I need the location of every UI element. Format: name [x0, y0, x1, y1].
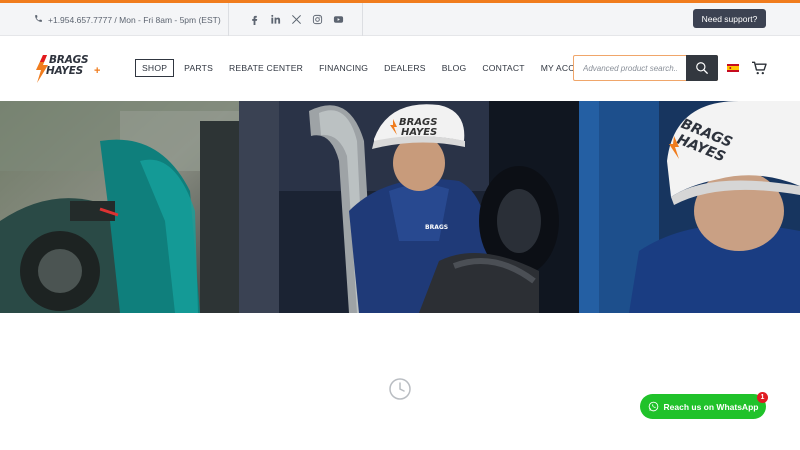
- whatsapp-label: Reach us on WhatsApp: [663, 401, 759, 412]
- spanish-flag-icon[interactable]: [727, 64, 739, 72]
- linkedin-icon[interactable]: [269, 14, 281, 26]
- search-button[interactable]: [686, 55, 718, 81]
- hero-banner: BRAGS HAYES BRAGS BRAGS HAYES: [0, 101, 800, 313]
- brand-name: BRAGS HAYES: [46, 55, 89, 77]
- whatsapp-button[interactable]: Reach us on WhatsApp: [640, 394, 766, 419]
- top-bar: +1.954.657.7777 / Mon - Fri 8am - 5pm (E…: [0, 3, 800, 36]
- phone-icon: [34, 14, 43, 25]
- hero-image-machinery: [0, 101, 240, 313]
- brand-logo[interactable]: BRAGS HAYES +: [34, 53, 104, 85]
- helmet-brand-text: HAYES: [401, 127, 437, 138]
- contact-info: +1.954.657.7777 / Mon - Fri 8am - 5pm (E…: [34, 3, 221, 36]
- nav-blog[interactable]: BLOG: [434, 59, 475, 77]
- main-navigation: SHOP PARTS REBATE CENTER FINANCING DEALE…: [135, 59, 608, 77]
- hero-image-worker: BRAGS HAYES: [579, 101, 800, 313]
- divider: [228, 3, 229, 36]
- nav-financing[interactable]: FINANCING: [311, 59, 376, 77]
- need-support-button[interactable]: Need support?: [693, 9, 766, 28]
- whatsapp-icon: [648, 401, 658, 412]
- product-search: [573, 55, 718, 81]
- social-links: [248, 3, 344, 36]
- cart-icon[interactable]: [751, 61, 767, 75]
- hero-image-technician: BRAGS HAYES BRAGS: [239, 101, 580, 313]
- nav-rebate-center[interactable]: REBATE CENTER: [221, 59, 311, 77]
- youtube-icon[interactable]: [332, 14, 344, 26]
- notification-badge: 1: [757, 392, 768, 403]
- nav-dealers[interactable]: DEALERS: [376, 59, 434, 77]
- loading-clock-icon: [389, 378, 411, 400]
- nav-contact[interactable]: CONTACT: [474, 59, 532, 77]
- facebook-icon[interactable]: [248, 14, 260, 26]
- nav-parts[interactable]: PARTS: [176, 59, 221, 77]
- brand-line-2: HAYES: [46, 65, 84, 77]
- main-header: BRAGS HAYES + SHOP PARTS REBATE CENTER F…: [0, 37, 800, 101]
- brand-plus: +: [94, 65, 101, 77]
- instagram-icon[interactable]: [311, 14, 323, 26]
- nav-shop[interactable]: SHOP: [135, 59, 175, 77]
- page: +1.954.657.7777 / Mon - Fri 8am - 5pm (E…: [0, 0, 800, 450]
- x-icon[interactable]: [290, 14, 302, 26]
- divider: [362, 3, 363, 36]
- uniform-logo-text: BRAGS: [425, 224, 448, 231]
- search-icon: [696, 62, 708, 74]
- contact-text: +1.954.657.7777 / Mon - Fri 8am - 5pm (E…: [48, 14, 221, 25]
- search-input[interactable]: [574, 56, 686, 80]
